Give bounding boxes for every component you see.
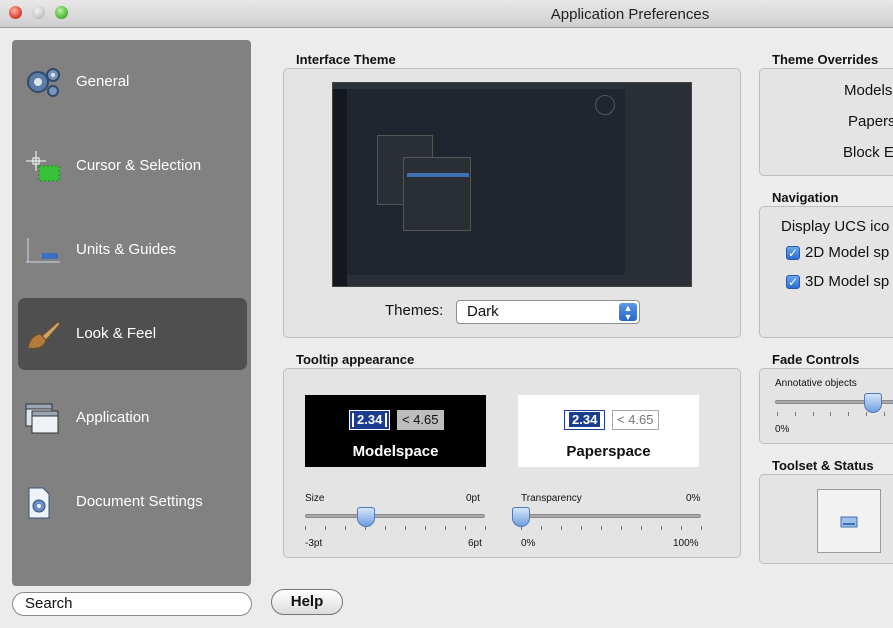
sidebar-item-look-feel[interactable]: Look & Feel [18, 298, 247, 370]
slider-tick [601, 526, 602, 530]
title-bar: Application Preferences [0, 0, 893, 28]
themes-select[interactable]: Dark ▲ ▼ [456, 300, 640, 324]
crosshair-cursor-icon [26, 151, 60, 182]
annotative-min-label: 0% [775, 424, 790, 435]
2d-model-label[interactable]: 2D Model sp [805, 244, 889, 261]
size-label: Size [305, 493, 325, 504]
slider-tick [445, 526, 446, 530]
slider-tick [866, 412, 867, 416]
fade-controls-title: Fade Controls [772, 352, 860, 367]
modelspace-caption: Modelspace [352, 443, 439, 460]
sidebar-item-label: Look & Feel [76, 325, 157, 342]
gear-icon [27, 68, 60, 97]
status-bar-icon [840, 516, 858, 528]
slider-tick [830, 412, 831, 416]
interface-theme-title: Interface Theme [296, 52, 396, 67]
sidebar-item-application[interactable]: Application [18, 382, 247, 454]
preferences-window: Application Preferences General Cursor &… [0, 0, 893, 628]
slider-tick [681, 526, 682, 530]
sidebar-item-units-guides[interactable]: Units & Guides [18, 214, 247, 286]
theme-overrides-title: Theme Overrides [772, 52, 879, 67]
slider-tick [325, 526, 326, 530]
slider-tick [848, 412, 849, 416]
zoom-window-button[interactable] [55, 6, 68, 19]
slider-tick [701, 526, 702, 530]
slider-tick [621, 526, 622, 530]
tooltip-appearance-title: Tooltip appearance [296, 352, 415, 367]
slider-tick [661, 526, 662, 530]
theme-preview-image [332, 82, 692, 287]
paintbrush-icon [27, 321, 61, 349]
slider-tick [485, 526, 486, 530]
slider-tick [777, 412, 778, 416]
size-slider-track[interactable] [305, 514, 485, 518]
slider-tick [345, 526, 346, 530]
sidebar-item-cursor-selection[interactable]: Cursor & Selection [18, 130, 247, 202]
paperspace-value-2: < 4.65 [612, 410, 659, 430]
slider-tick [795, 412, 796, 416]
size-max-label: 6pt [468, 538, 482, 549]
application-windows-icon [25, 403, 59, 434]
3d-model-checkbox[interactable]: ✓ [786, 275, 800, 289]
slider-tick [465, 526, 466, 530]
slider-tick [641, 526, 642, 530]
sidebar-item-label: Document Settings [76, 493, 203, 510]
paperspace-caption: Paperspace [566, 443, 651, 460]
themes-select-value: Dark [467, 303, 499, 320]
document-gear-icon [28, 487, 50, 519]
sidebar-item-label: Application [76, 409, 150, 426]
slider-tick [385, 526, 386, 530]
2d-model-checkbox[interactable]: ✓ [786, 246, 800, 260]
transparency-slider-knob[interactable] [512, 507, 530, 527]
modelspace-value-1: 2.34 [349, 410, 391, 430]
override-modelspace[interactable]: Models [844, 82, 892, 99]
transparency-value: 0% [686, 493, 701, 504]
size-value: 0pt [466, 493, 480, 504]
override-paperspace[interactable]: Papers [848, 113, 893, 130]
slider-tick [561, 526, 562, 530]
transparency-label: Transparency [521, 493, 582, 504]
slider-tick [425, 526, 426, 530]
window-title: Application Preferences [550, 6, 710, 23]
sidebar-item-label: General [76, 73, 130, 90]
transparency-min-label: 0% [521, 538, 536, 549]
modelspace-tooltip-preview: 2.34 < 4.65 Modelspace [305, 395, 486, 467]
units-ruler-icon [26, 238, 60, 263]
search-input[interactable]: Search [12, 592, 252, 616]
sidebar-item-label: Units & Guides [76, 241, 177, 258]
sidebar-item-general[interactable]: General [18, 46, 247, 118]
slider-tick [813, 412, 814, 416]
toolset-preview[interactable] [817, 489, 881, 553]
override-block-editor[interactable]: Block E [843, 144, 893, 161]
display-ucs-label: Display UCS ico [781, 218, 890, 235]
annotative-slider-knob[interactable] [864, 393, 882, 413]
size-min-label: -3pt [305, 538, 323, 549]
annotative-objects-label: Annotative objects [775, 378, 857, 389]
help-button[interactable]: Help [271, 589, 343, 615]
slider-tick [405, 526, 406, 530]
sidebar-item-label: Cursor & Selection [76, 157, 202, 174]
sidebar: General Cursor & Selection Units & Guide… [12, 40, 251, 586]
transparency-max-label: 100% [673, 538, 699, 549]
close-window-button[interactable] [9, 6, 22, 19]
3d-model-label[interactable]: 3D Model sp [805, 273, 889, 290]
sidebar-item-document-settings[interactable]: Document Settings [18, 466, 247, 538]
minimize-window-button[interactable] [32, 6, 45, 19]
slider-tick [581, 526, 582, 530]
slider-tick [305, 526, 306, 530]
slider-tick [541, 526, 542, 530]
size-slider-knob[interactable] [357, 507, 376, 527]
transparency-slider-track[interactable] [521, 514, 701, 518]
updown-arrows-icon: ▲ ▼ [619, 303, 637, 322]
modelspace-value-2: < 4.65 [397, 410, 444, 430]
paperspace-value-1: 2.34 [564, 410, 606, 430]
paperspace-tooltip-preview: 2.34 < 4.65 Paperspace [518, 395, 699, 467]
slider-tick [884, 412, 885, 416]
themes-label: Themes: [385, 302, 444, 319]
